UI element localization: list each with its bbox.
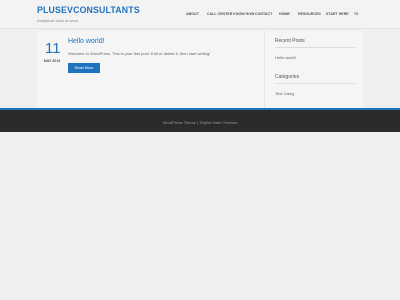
nav-item-start-here[interactable]: START HERE: [326, 12, 349, 16]
categories-rule: [275, 83, 355, 84]
recent-posts-title: Recent Posts: [275, 38, 305, 44]
category-link[interactable]: Test Categ: [275, 91, 294, 96]
post-excerpt: Welcome to WordPress. This is your first…: [68, 51, 211, 56]
categories-title: Categories: [275, 74, 300, 80]
nav-item-t2[interactable]: T2: [354, 12, 358, 16]
sidebar-divider: [264, 31, 265, 109]
nav-item-call-center-know-how[interactable]: CALL CENTER KNOW HOW: [207, 12, 254, 16]
recent-posts-rule: [275, 47, 355, 48]
site-footer: WordPress Theme | Tidyfor Hash Themes: [0, 108, 400, 132]
site-tagline: Analytical skills at work.: [37, 18, 80, 23]
main-navigation: ABOUT CALL CENTER KNOW HOW CONTACT HOME …: [0, 12, 400, 18]
site-header: PLUSEVCONSULTANTS Analytical skills at w…: [0, 0, 400, 29]
nav-item-home[interactable]: HOME: [279, 12, 290, 16]
post-date-day: 11: [45, 40, 61, 57]
post-title[interactable]: Hello world!: [68, 38, 105, 45]
footer-credits[interactable]: WordPress Theme | Tidyfor Hash Themes: [0, 120, 400, 125]
nav-item-resources[interactable]: RESOURCES: [298, 12, 321, 16]
post-date-month: MAY 2019: [43, 59, 61, 63]
nav-item-contact[interactable]: CONTACT: [255, 12, 272, 16]
read-more-button[interactable]: Read More: [68, 63, 100, 73]
nav-item-about[interactable]: ABOUT: [186, 12, 199, 16]
recent-post-link[interactable]: Hello world!: [275, 55, 296, 60]
